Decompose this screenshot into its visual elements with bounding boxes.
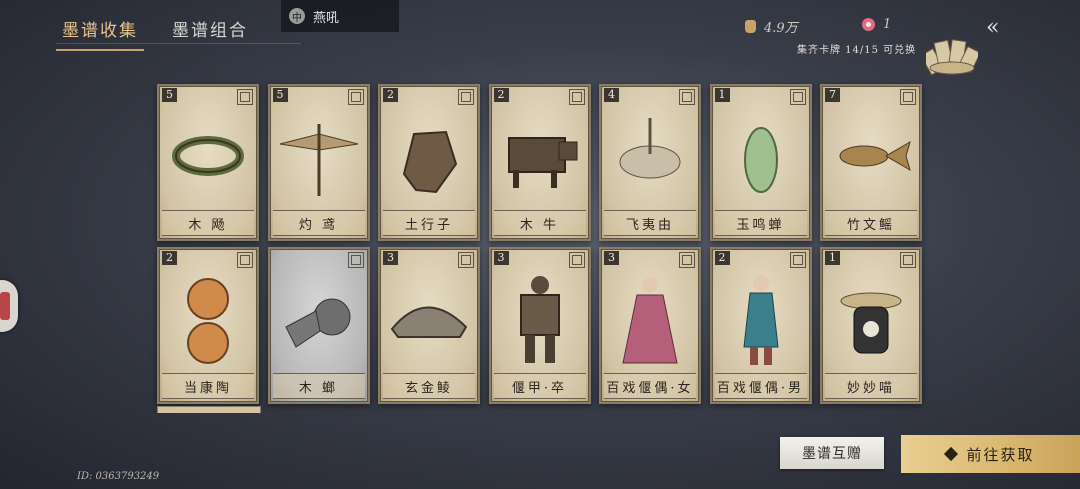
card-zhuo-yuan[interactable]: 5 灼 鸢 — [267, 84, 370, 241]
card-next-row-peek — [157, 406, 261, 413]
card-count: 1 — [714, 88, 730, 102]
card-dang-kang-tao[interactable]: 2 当康陶 — [157, 247, 259, 404]
card-grid: 5 木 飏 5 灼 鸢 2 土行子 2 木 牛 4 飞夷由 1 玉鸣蝉 7 竹文… — [157, 84, 922, 404]
user-id: ID: 0363793249 — [77, 471, 160, 482]
seal-icon — [237, 89, 253, 105]
tab-bar: 墨谱收集 墨谱组合 — [56, 12, 254, 51]
card-name: 玉鸣蝉 — [714, 210, 807, 236]
ceramic-pig-art-icon — [187, 278, 229, 364]
card-miao-miao-miao[interactable]: 1 妙妙喵 — [820, 247, 922, 404]
card-name: 木 螂 — [272, 373, 365, 399]
card-count: 3 — [493, 251, 509, 265]
seal-icon — [568, 89, 585, 105]
card-name: 百戏偃偶·男 — [714, 373, 807, 399]
go-obtain-button[interactable]: 前往获取 — [901, 435, 1080, 473]
card-name: 玄金鲮 — [383, 373, 475, 399]
card-count: 2 — [493, 88, 509, 102]
male-puppet-art-icon — [742, 275, 779, 365]
wooden-mantis-art-icon — [284, 298, 350, 348]
card-count: 3 — [383, 251, 398, 265]
diamond-icon — [944, 446, 959, 462]
go-obtain-label: 前往获取 — [966, 445, 1035, 464]
card-name: 土行子 — [383, 210, 475, 236]
card-puppet-male[interactable]: 2 百戏偃偶·男 — [709, 247, 812, 404]
card-yan-jia-zu[interactable]: 3 偃甲·卒 — [488, 247, 591, 404]
card-name: 妙妙喵 — [825, 373, 917, 399]
seal-icon — [900, 89, 916, 105]
card-count: 3 — [604, 251, 619, 265]
seal-icon — [347, 89, 364, 105]
tab-ink-collection[interactable]: 墨谱收集 — [56, 12, 144, 51]
flying-squirrel-art-icon — [619, 118, 681, 179]
card-xuan-jin-ling[interactable]: 3 玄金鲮 — [378, 247, 480, 404]
seal-icon — [568, 252, 585, 268]
flower-icon — [862, 18, 875, 31]
seal-icon — [458, 89, 474, 105]
currency-coins: 4.9万 — [745, 17, 798, 36]
jade-cicada-art-icon — [743, 127, 778, 193]
female-puppet-art-icon — [622, 277, 678, 364]
back-arrow-icon[interactable]: « — [986, 16, 1020, 40]
card-count: 2 — [714, 251, 730, 265]
card-name: 木 飏 — [162, 210, 254, 236]
seal-icon — [347, 252, 364, 268]
wreath-creature-art-icon — [172, 136, 244, 176]
tab-divider — [56, 43, 301, 44]
card-tu-xing-zi[interactable]: 2 土行子 — [378, 84, 480, 241]
card-puppet-female[interactable]: 3 百戏偃偶·女 — [599, 247, 701, 404]
card-name: 木 牛 — [493, 210, 586, 236]
chat-strip[interactable]: 中 燕吼 — [281, 0, 399, 32]
seal-icon — [458, 252, 474, 268]
card-count: 5 — [272, 88, 288, 102]
side-drawer-handle[interactable] — [0, 280, 18, 332]
card-count: 2 — [383, 88, 398, 102]
card-count: 5 — [162, 88, 177, 102]
flower-amount: 1 — [883, 17, 892, 32]
collect-progress-text: 集齐卡牌 14/15 可兑换 — [797, 45, 917, 56]
card-name: 百戏偃偶·女 — [604, 373, 696, 399]
currency-flowers: 1 — [862, 17, 891, 32]
card-count: 4 — [604, 88, 619, 102]
card-fei-yi-you[interactable]: 4 飞夷由 — [599, 84, 701, 241]
seal-icon — [237, 252, 253, 268]
card-zhu-wen-yao[interactable]: 7 竹文鳐 — [820, 84, 922, 241]
card-name: 飞夷由 — [604, 210, 696, 236]
wooden-ox-art-icon — [507, 137, 577, 188]
card-fan-reward-icon[interactable] — [926, 36, 978, 76]
card-mu-yao[interactable]: 5 木 飏 — [157, 84, 259, 241]
glider-bird-art-icon — [279, 124, 358, 196]
seal-icon — [789, 89, 806, 105]
coin-amount: 4.9万 — [764, 21, 798, 36]
card-count: 7 — [825, 88, 840, 102]
gift-exchange-button[interactable]: 墨谱互赠 — [780, 437, 884, 469]
card-mu-niu[interactable]: 2 木 牛 — [488, 84, 591, 241]
seal-icon — [679, 252, 695, 268]
armadillo-art-icon — [390, 306, 468, 338]
card-name: 当康陶 — [162, 373, 254, 399]
bamboo-fish-art-icon — [839, 140, 911, 172]
card-mu-lang[interactable]: 木 螂 — [267, 247, 370, 404]
card-count: 2 — [162, 251, 177, 265]
card-yu-ming-chan[interactable]: 1 玉鸣蝉 — [709, 84, 812, 241]
armored-soldier-art-icon — [519, 276, 560, 363]
seal-icon — [900, 252, 916, 268]
card-name: 竹文鳐 — [825, 210, 917, 236]
mechanical-mole-art-icon — [402, 130, 458, 194]
cat-in-hat-art-icon — [840, 292, 902, 354]
money-bag-icon — [745, 20, 756, 33]
card-name: 灼 鸢 — [272, 210, 365, 236]
chat-channel-icon: 中 — [289, 8, 305, 24]
chat-message: 燕吼 — [313, 10, 340, 26]
card-name: 偃甲·卒 — [493, 373, 586, 399]
tab-ink-combination[interactable]: 墨谱组合 — [166, 12, 254, 51]
card-count: 1 — [825, 251, 840, 265]
seal-icon — [789, 252, 806, 268]
seal-icon — [679, 89, 695, 105]
